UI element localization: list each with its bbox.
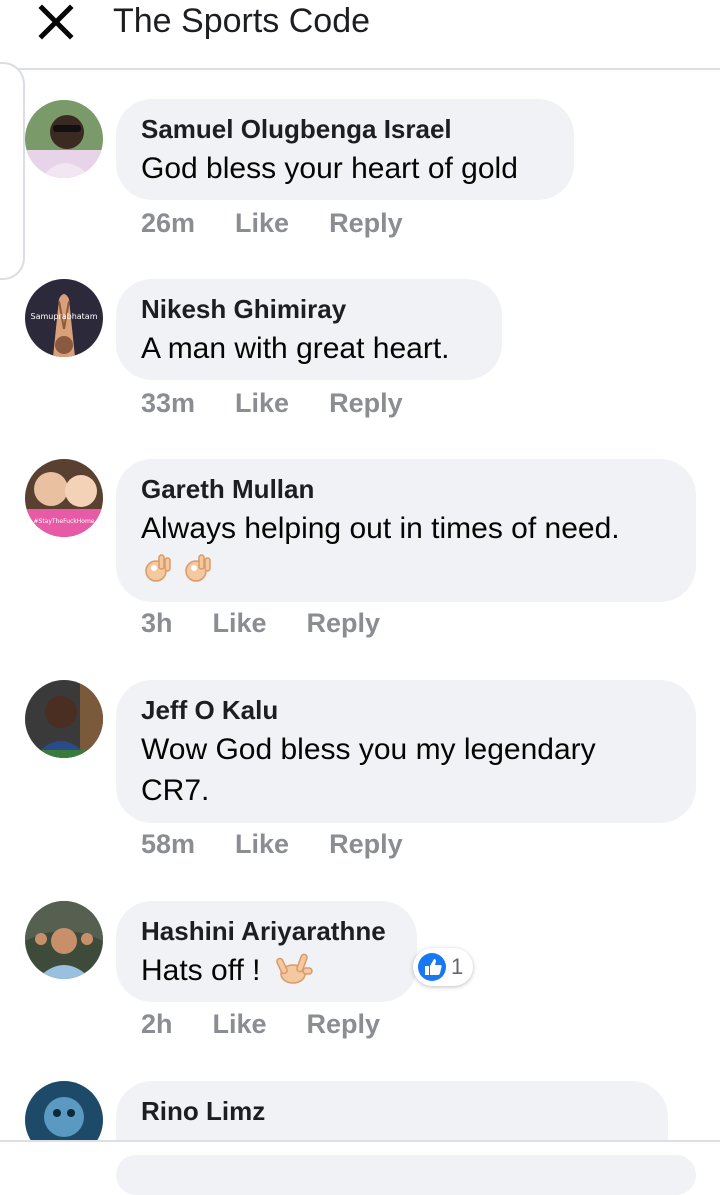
comment-actions: 3h Like Reply: [141, 608, 380, 638]
comment-actions: 2h Like Reply: [141, 1009, 380, 1039]
comment-text-line: CR7.: [141, 774, 210, 807]
comment-text: Wow God bless you my legendary CR7.: [141, 729, 671, 811]
comment-text: Hats off !: [141, 950, 392, 991]
comment-text: God bless your heart of gold: [141, 152, 518, 185]
page-title: The Sports Code: [113, 2, 371, 40]
comment-time: 58m: [141, 829, 196, 859]
avatar[interactable]: Samuprabhatam: [25, 279, 103, 357]
comment-actions: 33m Like Reply: [141, 388, 403, 418]
comment-bubble[interactable]: Samuel Olugbenga Israel God bless your h…: [116, 99, 574, 200]
like-button[interactable]: Like: [235, 388, 289, 418]
comment-bubble[interactable]: Gareth Mullan Always helping out in time…: [116, 459, 696, 602]
like-button[interactable]: Like: [235, 208, 289, 238]
comment-text: Always helping out in times of need.: [141, 512, 620, 545]
comment-text-content: Hats off !: [141, 954, 261, 987]
avatar[interactable]: [25, 901, 103, 979]
comment-input[interactable]: [116, 1155, 696, 1195]
like-button[interactable]: Like: [213, 608, 267, 638]
reply-button[interactable]: Reply: [329, 388, 403, 418]
love-you-gesture-emoji-icon: [275, 953, 313, 984]
avatar-text: #StayTheFuckHome: [34, 518, 95, 525]
reply-button[interactable]: Reply: [329, 208, 403, 238]
like-button[interactable]: Like: [213, 1009, 267, 1039]
avatar[interactable]: [25, 100, 103, 178]
comment-author[interactable]: Jeff O Kalu: [141, 695, 671, 725]
reply-button[interactable]: Reply: [307, 1009, 381, 1039]
comment-bubble[interactable]: Hashini Ariyarathne Hats off !: [116, 901, 417, 1002]
comment-author[interactable]: Gareth Mullan: [141, 474, 671, 504]
top-bar: The Sports Code: [0, 0, 720, 70]
comment-actions: 26m Like Reply: [141, 208, 403, 238]
reaction-count: 1: [451, 954, 464, 979]
comment-author[interactable]: Nikesh Ghimiray: [141, 294, 477, 324]
thumbs-up-icon: [418, 953, 446, 981]
comment-text-line: Wow God bless you my legendary: [141, 733, 596, 766]
comment-author[interactable]: Rino Limz: [141, 1096, 643, 1126]
avatar[interactable]: #StayTheFuckHome: [25, 459, 103, 537]
emoji-row: [141, 551, 671, 587]
reaction-badge[interactable]: 1: [413, 948, 474, 986]
comment-text: A man with great heart.: [141, 332, 450, 365]
comment-bubble[interactable]: Nikesh Ghimiray A man with great heart.: [116, 279, 502, 380]
comment-time: 2h: [141, 1009, 173, 1039]
close-icon[interactable]: [38, 4, 74, 40]
comment-time: 3h: [141, 608, 173, 638]
comment-time: 33m: [141, 388, 196, 418]
comment-author[interactable]: Hashini Ariyarathne: [141, 916, 392, 946]
avatar[interactable]: [25, 680, 103, 758]
like-button[interactable]: Like: [235, 829, 289, 859]
avatar-text: Samuprabhatam: [31, 312, 98, 321]
ok-hand-emoji-icon: [145, 554, 211, 582]
reply-button[interactable]: Reply: [329, 829, 403, 859]
comment-actions: 58m Like Reply: [141, 829, 403, 859]
side-panel-edge: [0, 62, 25, 280]
comment-time: 26m: [141, 208, 196, 238]
comment-author[interactable]: Samuel Olugbenga Israel: [141, 114, 549, 144]
reply-button[interactable]: Reply: [307, 608, 381, 638]
comment-bubble[interactable]: Jeff O Kalu Wow God bless you my legenda…: [116, 680, 696, 823]
